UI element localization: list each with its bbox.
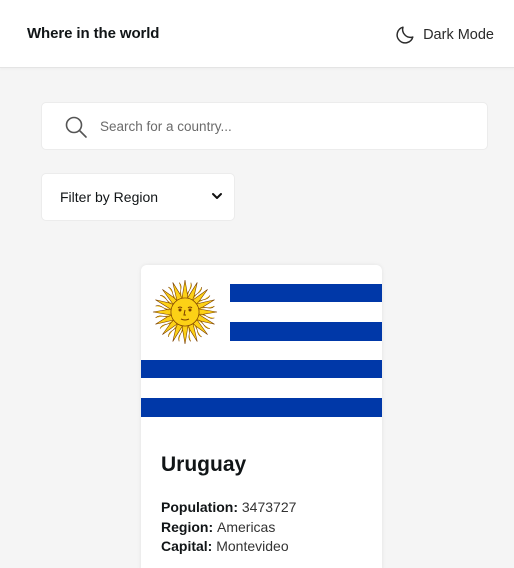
uruguay-flag	[141, 265, 382, 417]
country-card[interactable]: Uruguay Population: 3473727 Region: Amer…	[141, 265, 382, 568]
population-label: Population:	[161, 499, 242, 515]
app-title: Where in the world	[27, 25, 160, 42]
search-bar[interactable]	[41, 102, 488, 150]
capital-value: Montevideo	[216, 538, 289, 554]
search-input[interactable]	[100, 103, 470, 149]
country-facts: Population: 3473727 Region: Americas Cap…	[161, 498, 296, 557]
region-row: Region: Americas	[161, 518, 296, 538]
moon-icon	[394, 24, 416, 46]
region-filter-label: Filter by Region	[60, 189, 159, 205]
dark-mode-label: Dark Mode	[423, 27, 494, 43]
capital-label: Capital:	[161, 538, 217, 554]
search-icon	[64, 115, 88, 144]
region-value: Americas	[217, 518, 276, 535]
chevron-down-icon	[211, 189, 223, 205]
population-value: 3473727	[241, 499, 297, 515]
capital-row: Capital: Montevideo	[161, 537, 296, 557]
dark-mode-toggle[interactable]: Dark Mode	[394, 24, 494, 46]
population-row: Population: 3473727	[161, 498, 296, 518]
country-name: Uruguay	[161, 453, 247, 476]
region-label: Region:	[161, 518, 217, 535]
sun-of-may-icon	[152, 279, 218, 345]
top-header: Where in the world Dark Mode	[0, 0, 514, 68]
region-filter-dropdown[interactable]: Filter by Region	[41, 173, 235, 221]
